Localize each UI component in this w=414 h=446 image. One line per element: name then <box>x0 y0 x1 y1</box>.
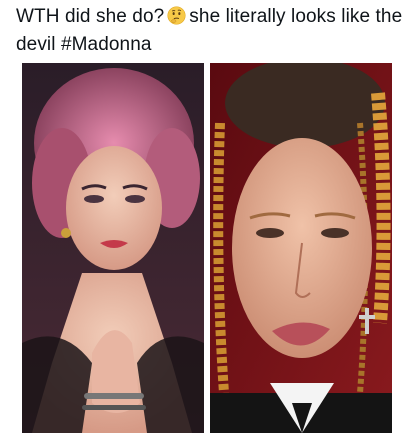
portrait-photo-right-icon <box>210 63 392 433</box>
photo-left[interactable] <box>22 63 204 433</box>
post-text: WTH did she do? she literally looks like… <box>16 3 408 59</box>
portrait-photo-left-icon <box>22 63 204 433</box>
thinking-face-emoji-icon <box>167 6 186 25</box>
post-text-part-1: WTH did she do? <box>16 6 165 27</box>
photo-right[interactable] <box>210 63 392 433</box>
media-grid[interactable] <box>22 63 392 433</box>
